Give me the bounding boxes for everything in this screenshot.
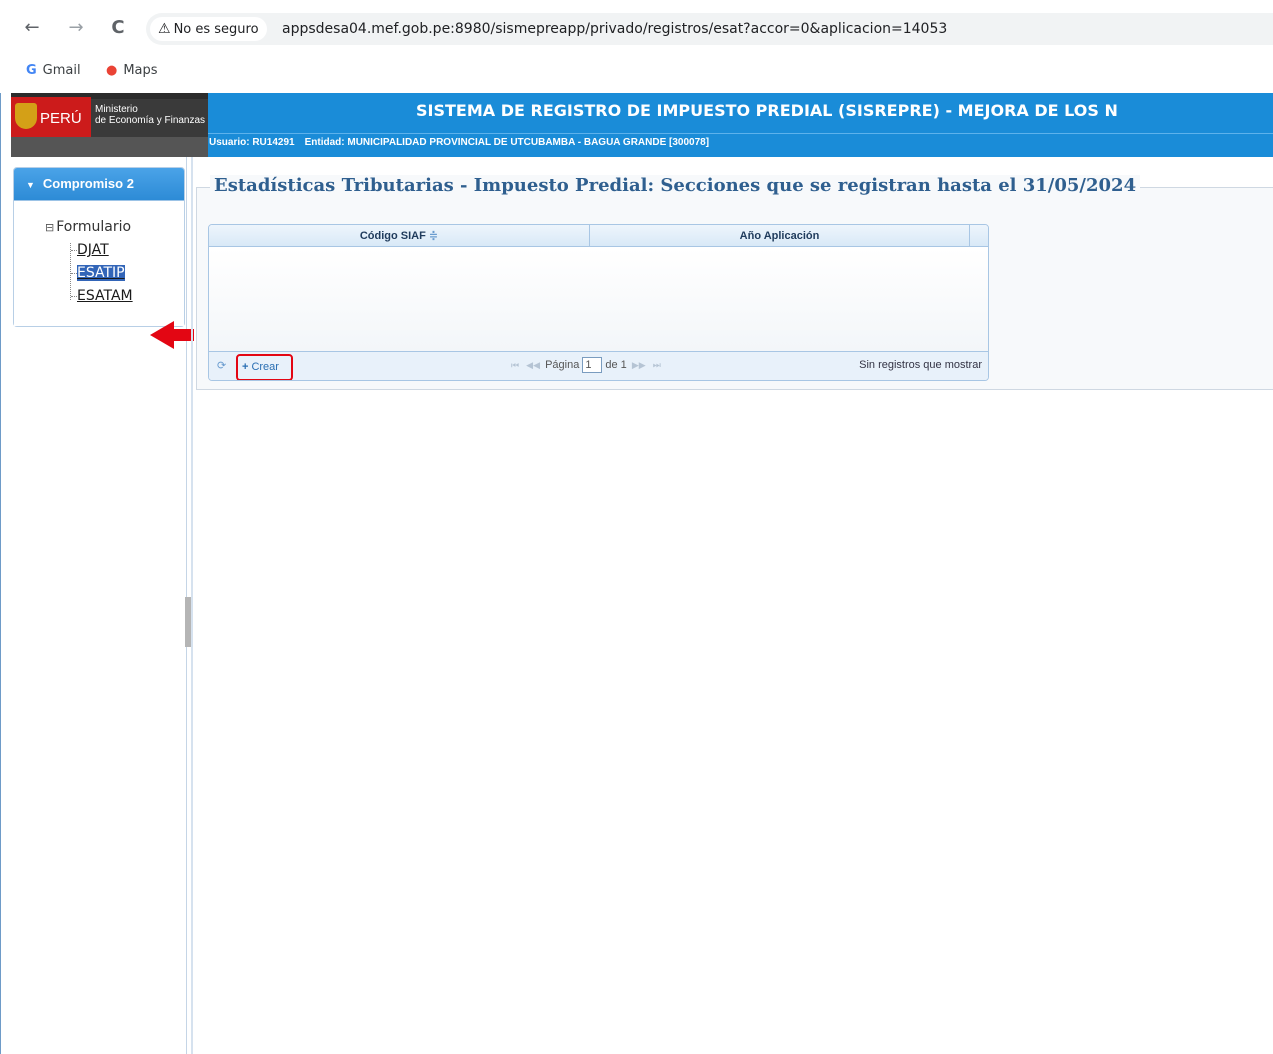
back-button[interactable]: ← <box>20 16 44 40</box>
map-pin-icon: ● <box>106 63 118 78</box>
bookmark-maps[interactable]: ● Maps <box>106 61 158 81</box>
column-header-anio-aplicacion[interactable]: Año Aplicación <box>590 225 970 247</box>
user-label: Usuario: RU14291 <box>209 137 295 148</box>
logo-country: PERÚ <box>40 110 82 127</box>
sidebar: ▼ Compromiso 2 ⊟ Formulario DJAT ESATIP ES… <box>11 157 250 1054</box>
forward-button[interactable]: → <box>64 16 88 40</box>
last-page-icon[interactable]: ⏭ <box>653 360 661 370</box>
logo-ministry: Ministerio de Economía y Finanzas <box>91 99 208 137</box>
tree-item-djat[interactable]: DJAT <box>71 242 109 259</box>
accordion-body: ⊟ Formulario DJAT ESATIP ESATAM <box>14 200 184 326</box>
address-bar[interactable]: ⚠ No es seguro appsdesa04.mef.gob.pe:8980… <box>146 13 1273 45</box>
url-text[interactable]: appsdesa04.mef.gob.pe:8980/sismepreapp/p… <box>282 13 947 45</box>
plus-icon: + <box>242 361 249 373</box>
accordion-header-compromiso[interactable]: ▼ Compromiso 2 <box>14 168 184 200</box>
bookmark-gmail[interactable]: G Gmail <box>26 61 81 81</box>
google-icon: G <box>26 63 37 78</box>
grid-header: Código SIAF ≑ Año Aplicación <box>209 225 988 247</box>
refresh-icon[interactable]: ⟳ <box>217 359 226 372</box>
app-header: PERÚ Ministerio de Economía y Finanzas S… <box>11 93 1273 162</box>
entity-label: Entidad: MUNICIPALIDAD PROVINCIAL DE UTC… <box>304 137 710 148</box>
tree-item-esatam[interactable]: ESATAM <box>71 288 133 305</box>
main-content: Estadísticas Tributarias - Impuesto Pred… <box>194 157 1273 1054</box>
grid-body <box>209 248 988 351</box>
prev-page-icon[interactable]: ◀◀ <box>526 360 540 370</box>
browser-toolbar: ← → C ⚠ No es seguro appsdesa04.mef.gob.p… <box>0 0 1273 57</box>
caret-down-icon: ▼ <box>26 180 35 190</box>
pager-navigation: ⏮ ◀◀ Página 1 de 1 ▶▶ ⏭ <box>511 357 661 374</box>
bookmarks-bar: G Gmail ● Maps <box>0 57 1273 85</box>
page-number-input[interactable]: 1 <box>582 357 603 374</box>
column-header-codigo-siaf[interactable]: Código SIAF ≑ <box>209 225 590 247</box>
records-grid: Código SIAF ≑ Año Aplicación ⟳ + Crear ⏮ … <box>208 224 989 381</box>
grid-pager: ⟳ + Crear ⏮ ◀◀ Página 1 de 1 ▶▶ ⏭ Sin regis… <box>209 351 988 380</box>
mef-logo: PERÚ Ministerio de Economía y Finanzas <box>11 93 208 157</box>
warning-icon: ⚠ <box>158 21 171 37</box>
security-indicator[interactable]: ⚠ No es seguro <box>150 17 267 41</box>
collapse-minus-icon[interactable]: ⊟ <box>45 221 54 234</box>
first-page-icon[interactable]: ⏮ <box>511 360 519 370</box>
tree-node-formulario[interactable]: ⊟ Formulario <box>45 219 131 235</box>
accordion-panel: ▼ Compromiso 2 ⊟ Formulario DJAT ESATIP ES… <box>13 167 185 327</box>
sort-icon[interactable]: ≑ <box>429 229 438 242</box>
empty-records-message: Sin registros que mostrar <box>859 359 982 371</box>
next-page-icon[interactable]: ▶▶ <box>632 360 646 370</box>
crear-button[interactable]: + Crear <box>236 354 293 380</box>
reload-button[interactable]: C <box>106 16 130 40</box>
section-title: Estadísticas Tributarias - Impuesto Pred… <box>210 175 1141 196</box>
tree-item-esatip[interactable]: ESATIP <box>71 265 125 282</box>
app-frame: PERÚ Ministerio de Economía y Finanzas S… <box>0 93 1273 1054</box>
user-info: Usuario: RU14291 Entidad: MUNICIPALIDAD P… <box>209 137 709 148</box>
system-title: SISTEMA DE REGISTRO DE IMPUESTO PREDIAL … <box>416 101 1118 120</box>
coat-of-arms-icon <box>15 103 37 129</box>
